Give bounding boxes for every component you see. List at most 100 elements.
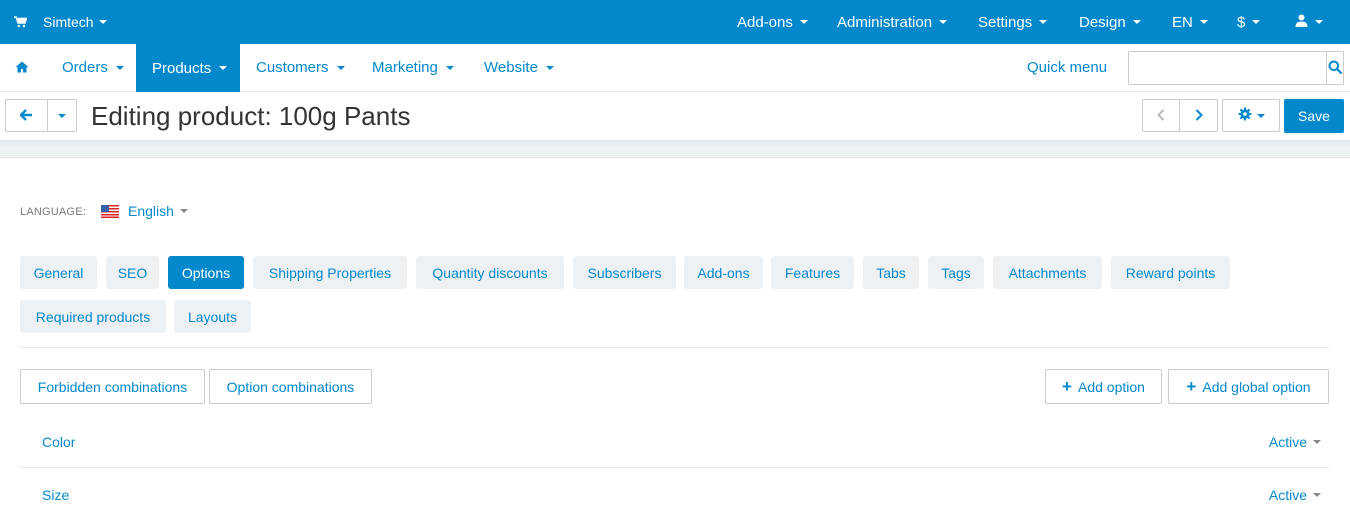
- menu-label: Design: [1079, 13, 1126, 31]
- menu-design[interactable]: Design: [1079, 0, 1141, 44]
- chevron-down-icon: [1313, 492, 1321, 497]
- tab-required-products[interactable]: Required products: [20, 300, 166, 333]
- tab-add-ons[interactable]: Add-ons: [684, 256, 763, 289]
- search-icon: [1328, 60, 1343, 77]
- language-selector[interactable]: English: [101, 203, 188, 219]
- tab-subscribers[interactable]: Subscribers: [573, 256, 676, 289]
- menu-label: EN: [1172, 13, 1193, 31]
- settings-group: [1222, 99, 1280, 132]
- nav-products[interactable]: Products: [136, 44, 240, 92]
- nav-customers[interactable]: Customers: [240, 44, 361, 91]
- chevron-down-icon: [799, 20, 808, 24]
- chevron-down-icon: [939, 20, 948, 24]
- menu-user[interactable]: [1295, 0, 1323, 44]
- nav-label: Website: [484, 59, 538, 76]
- us-flag-icon: [101, 204, 119, 218]
- menu-label: Settings: [978, 13, 1033, 31]
- menu-settings[interactable]: Settings: [978, 0, 1048, 44]
- status-label: Active: [1268, 433, 1307, 450]
- shopping-cart-icon: [14, 16, 27, 28]
- store-name: Simtech: [43, 14, 94, 30]
- chevron-down-icon: [545, 65, 554, 70]
- tab-layouts[interactable]: Layouts: [174, 300, 251, 333]
- chevron-down-icon: [219, 66, 228, 70]
- divider: [20, 347, 1329, 348]
- chevron-down-icon: [98, 20, 107, 24]
- option-combinations-button[interactable]: Option combinations: [209, 369, 372, 404]
- nav-label: Marketing: [372, 59, 438, 76]
- menu-add-ons[interactable]: Add-ons: [737, 0, 808, 44]
- search-input[interactable]: [1129, 52, 1326, 84]
- page-title: Editing product: 100g Pants: [91, 100, 411, 131]
- tab-shipping-properties[interactable]: Shipping Properties: [253, 256, 407, 289]
- chevron-left-icon: [1157, 108, 1165, 124]
- add-global-option-label: Add global option: [1202, 378, 1311, 395]
- language-value: English: [128, 203, 174, 219]
- nav-label: Customers: [256, 59, 329, 76]
- chevron-down-icon: [58, 113, 66, 118]
- chevron-down-icon: [1256, 113, 1265, 118]
- tab-features[interactable]: Features: [771, 256, 854, 289]
- search-button[interactable]: [1326, 52, 1343, 84]
- chevron-down-icon: [1132, 20, 1141, 24]
- chevron-down-icon: [1313, 439, 1321, 444]
- plus-icon: +: [1062, 377, 1072, 396]
- nav-marketing[interactable]: Marketing: [356, 44, 470, 91]
- chevron-down-icon: [1039, 20, 1048, 24]
- chevron-down-icon: [1252, 20, 1261, 24]
- nav-label: Products: [152, 59, 212, 77]
- title-bar-shadow: [0, 140, 1350, 158]
- status-dropdown[interactable]: Active: [1269, 468, 1321, 521]
- main-navigation: Orders Products Customers Marketing Webs…: [0, 44, 1350, 92]
- chevron-down-icon: [1315, 20, 1323, 24]
- back-button-group: [5, 99, 77, 132]
- chevron-down-icon: [445, 65, 454, 70]
- plus-icon: +: [1186, 377, 1197, 396]
- tab-seo[interactable]: SEO: [106, 256, 159, 289]
- option-name-link[interactable]: Color: [42, 415, 75, 468]
- menu-label: Administration: [837, 13, 933, 31]
- tab-options[interactable]: Options: [168, 256, 244, 289]
- search-box: [1128, 51, 1344, 85]
- back-button[interactable]: [5, 99, 48, 132]
- option-row: Color Active: [20, 415, 1329, 468]
- home-button[interactable]: [0, 44, 44, 91]
- arrow-left-icon: [19, 108, 33, 124]
- tab-reward-points[interactable]: Reward points: [1111, 256, 1230, 289]
- add-option-button[interactable]: + Add option: [1045, 369, 1162, 404]
- add-option-label: Add option: [1077, 378, 1145, 395]
- save-button[interactable]: Save: [1284, 99, 1344, 133]
- quick-menu[interactable]: Quick menu: [1027, 44, 1107, 91]
- prev-next-group: [1142, 99, 1218, 132]
- gear-icon: [1238, 107, 1252, 124]
- nav-website[interactable]: Website: [468, 44, 570, 91]
- status-label: Active: [1268, 486, 1307, 503]
- tab-general[interactable]: General: [20, 256, 97, 289]
- menu-label: Add-ons: [737, 13, 793, 31]
- forbidden-combinations-button[interactable]: Forbidden combinations: [20, 369, 205, 404]
- tab-tags[interactable]: Tags: [928, 256, 984, 289]
- add-global-option-button[interactable]: + Add global option: [1168, 369, 1329, 404]
- tab-attachments[interactable]: Attachments: [993, 256, 1102, 289]
- tab-quantity-discounts[interactable]: Quantity discounts: [416, 256, 564, 289]
- menu-currency[interactable]: $: [1237, 0, 1261, 44]
- option-row: Size Active: [20, 468, 1329, 521]
- menu-administration[interactable]: Administration: [837, 0, 948, 44]
- menu-language[interactable]: EN: [1172, 0, 1208, 44]
- status-dropdown[interactable]: Active: [1269, 415, 1321, 468]
- nav-orders[interactable]: Orders: [46, 44, 140, 91]
- top-bar: Simtech Add-ons Administration Settings …: [0, 0, 1350, 44]
- user-icon: [1295, 14, 1308, 31]
- language-label: LANGUAGE:: [20, 206, 86, 218]
- chevron-down-icon: [336, 65, 345, 70]
- previous-product-button[interactable]: [1142, 99, 1180, 132]
- tab-tabs[interactable]: Tabs: [863, 256, 919, 289]
- home-icon: [15, 60, 29, 76]
- menu-label: $: [1237, 13, 1246, 31]
- settings-dropdown-button[interactable]: [1222, 99, 1280, 132]
- history-dropdown-button[interactable]: [48, 99, 77, 132]
- option-name-link[interactable]: Size: [42, 468, 69, 521]
- next-product-button[interactable]: [1180, 99, 1218, 132]
- store-switcher[interactable]: Simtech: [14, 0, 107, 44]
- nav-label: Orders: [62, 59, 108, 76]
